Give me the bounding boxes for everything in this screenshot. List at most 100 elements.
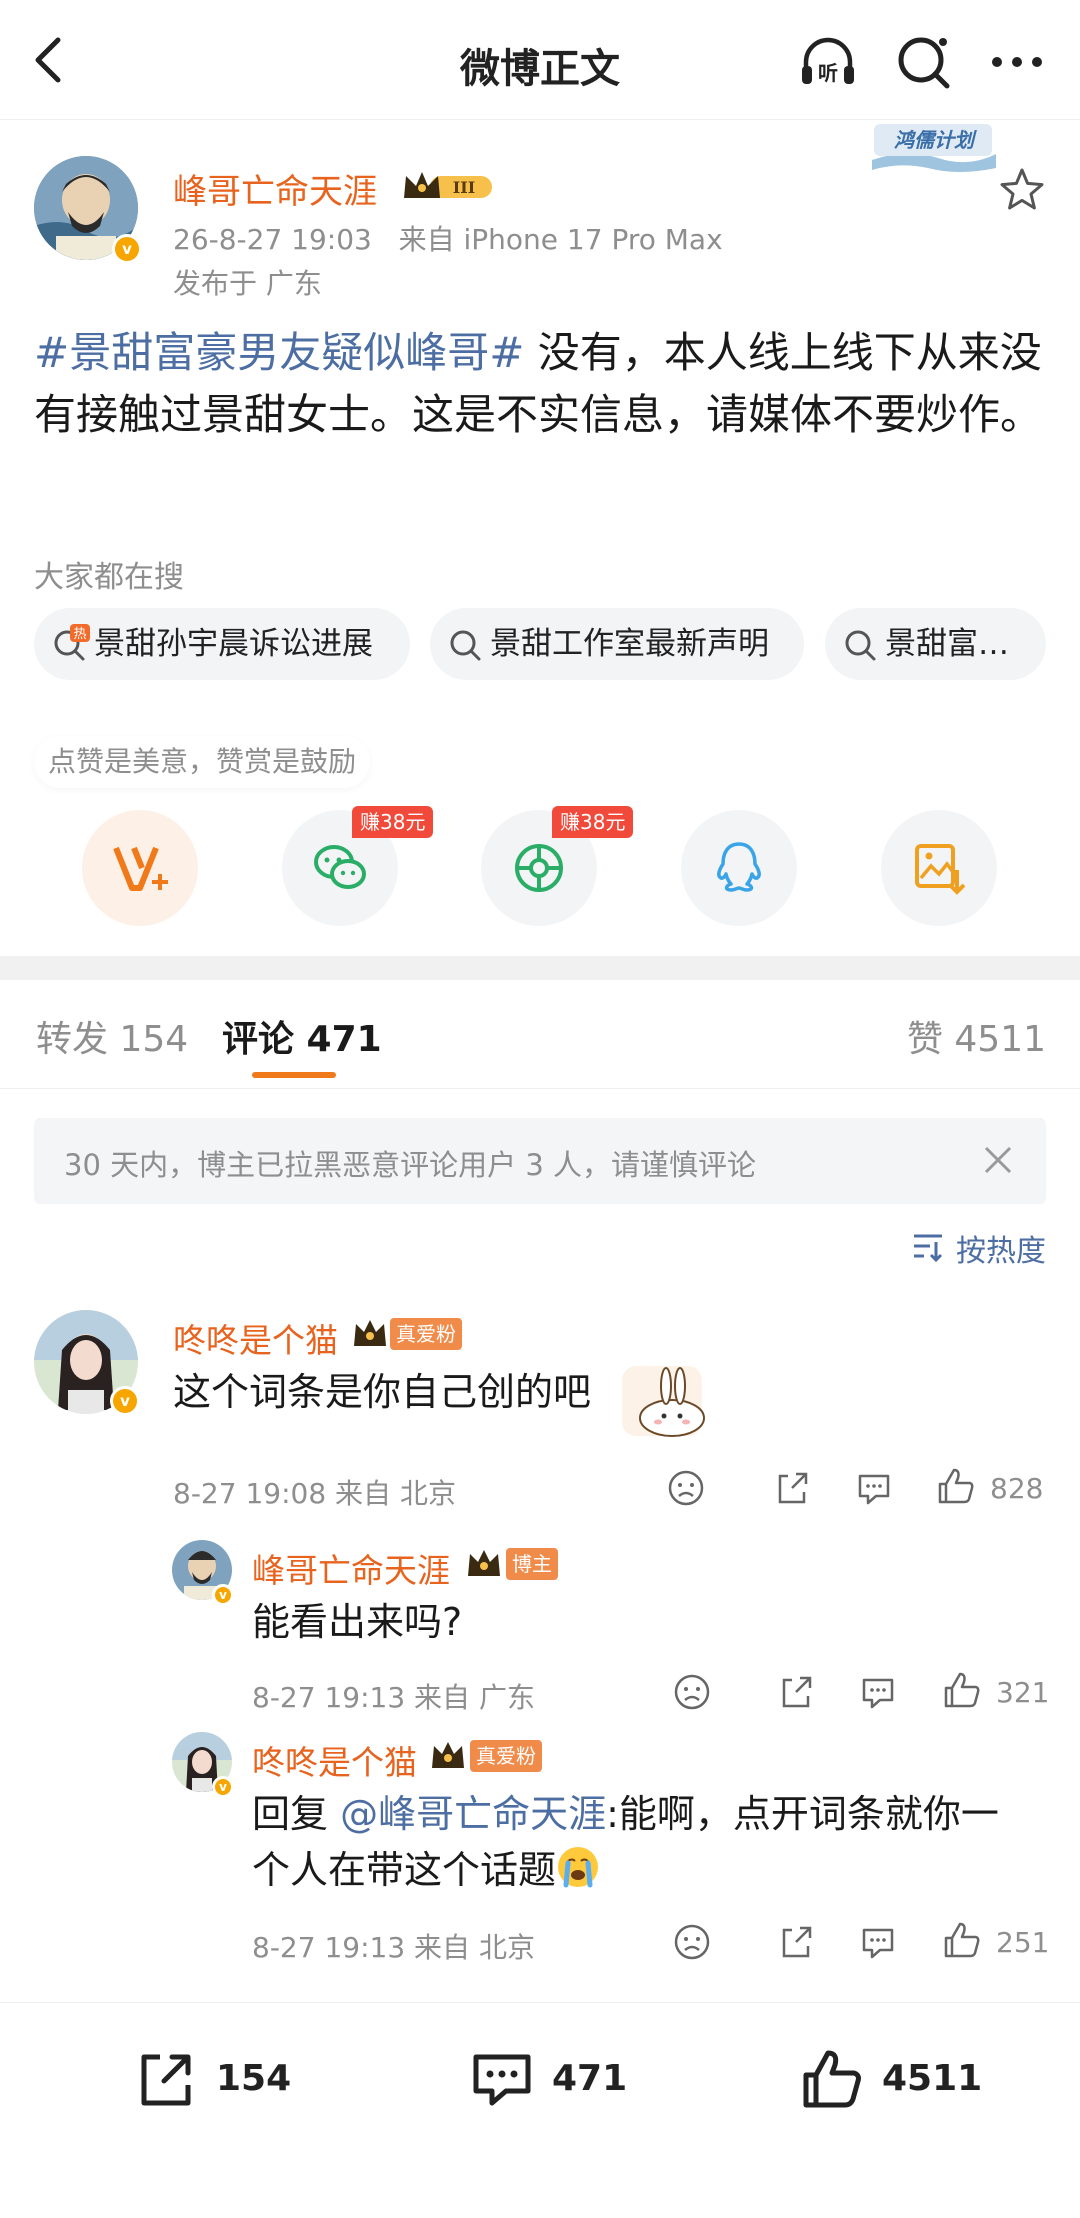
- like-icon[interactable]: [936, 1466, 976, 1506]
- thumbs-up-icon: [803, 2050, 861, 2108]
- tab-like[interactable]: 赞 4511: [907, 1010, 1046, 1062]
- dislike-face-icon[interactable]: [672, 1672, 712, 1712]
- chip-label: 景甜富…: [885, 626, 1009, 662]
- plan-badge-art: 鸿儒计划: [872, 124, 996, 172]
- share-icon[interactable]: [776, 1922, 816, 1962]
- earn-tag: 赚38元: [552, 806, 634, 838]
- save-image-icon: [915, 844, 966, 895]
- hot-search-label: 大家都在搜: [34, 560, 184, 595]
- post-time: 26-8-27 19:03: [173, 223, 372, 256]
- fan-badge: 真爱粉: [390, 1318, 462, 1350]
- search-icon: [898, 37, 950, 89]
- post-location: 发布于 广东: [173, 267, 322, 300]
- share-icon[interactable]: [776, 1672, 816, 1712]
- reward-button[interactable]: [82, 810, 198, 926]
- favorite-button[interactable]: [998, 166, 1046, 214]
- like-count-total: 4511: [882, 2058, 983, 2099]
- reply-icon[interactable]: [858, 1672, 898, 1712]
- sort-label: 按热度: [956, 1234, 1046, 1269]
- hot-search-chip[interactable]: 景甜富…: [825, 608, 1046, 680]
- verified-badge: v: [212, 1776, 234, 1798]
- section-divider: [0, 956, 1080, 980]
- fan-badge: 真爱粉: [470, 1740, 542, 1772]
- like-button[interactable]: 4511: [800, 2047, 982, 2111]
- crown-level-badge: III: [400, 168, 496, 204]
- comment-button[interactable]: 471: [470, 2047, 627, 2111]
- verified-badge: v: [212, 1584, 234, 1606]
- dislike-face-icon[interactable]: [666, 1468, 706, 1508]
- comment-meta: 8-27 19:13 来自 广东: [252, 1681, 535, 1714]
- close-icon: [984, 1146, 1012, 1174]
- wechat-icon: [314, 845, 366, 889]
- reward-hint: 点赞是美意，赞赏是鼓励: [34, 736, 371, 788]
- notice-banner: 30 天内，博主已拉黑恶意评论用户 3 人，请谨慎评论: [34, 1118, 1046, 1204]
- crown-level: III: [453, 178, 475, 197]
- repost-button[interactable]: 154: [134, 2047, 291, 2111]
- comment-meta: 8-27 19:08 来自 北京: [173, 1477, 456, 1510]
- comment-count: 471: [552, 2058, 628, 2099]
- dislike-face-icon[interactable]: [672, 1922, 712, 1962]
- bottom-action-bar: 154 471 4511: [0, 2002, 1080, 2218]
- reply-icon[interactable]: [854, 1468, 894, 1508]
- crown-icon: [468, 1550, 500, 1576]
- save-image-button[interactable]: [881, 810, 997, 926]
- plan-badge-label: 鸿儒计划: [894, 128, 977, 152]
- post-source: 来自 iPhone 17 Pro Max: [398, 223, 723, 256]
- post-meta: 26-8-27 19:03 来自 iPhone 17 Pro Max: [173, 218, 723, 258]
- crown-icon: [354, 1320, 386, 1346]
- hot-search-chip[interactable]: 景甜工作室最新声明: [430, 608, 804, 680]
- reward-v-icon: [113, 846, 168, 891]
- repost-count: 154: [216, 2058, 292, 2099]
- search-icon: [450, 630, 481, 661]
- moments-icon: [515, 844, 563, 892]
- commenter-name[interactable]: 峰哥亡命天涯: [252, 1544, 450, 1592]
- post-body: #景甜富豪男友疑似峰哥# 没有，本人线上线下从来没有接触过景甜女士。这是不实信息…: [34, 322, 1046, 446]
- commenter-name[interactable]: 咚咚是个猫: [173, 1314, 338, 1362]
- headphones-icon: 听: [802, 37, 854, 85]
- notice-close-button[interactable]: [980, 1142, 1016, 1178]
- hot-search-icon: 热: [54, 624, 90, 661]
- tab-comment[interactable]: 评论 471: [222, 1010, 382, 1062]
- sort-icon: [914, 1234, 943, 1263]
- listen-button[interactable]: 听: [796, 30, 860, 94]
- chip-label: 景甜孙宇晨诉讼进展: [94, 626, 373, 662]
- hot-badge: 热: [73, 627, 86, 642]
- listen-label: 听: [818, 61, 838, 85]
- star-icon: [1000, 168, 1044, 210]
- reply-prefix: 回复: [252, 1792, 341, 1836]
- hashtag-link[interactable]: #景甜富豪男友疑似峰哥#: [34, 328, 524, 377]
- chip-label: 景甜工作室最新声明: [490, 626, 769, 662]
- search-button[interactable]: [893, 30, 957, 94]
- verified-badge: v: [112, 234, 142, 264]
- share-icon[interactable]: [772, 1468, 812, 1508]
- qq-icon: [717, 842, 761, 892]
- sort-button[interactable]: 按热度: [910, 1226, 1046, 1270]
- like-count: 828: [990, 1472, 1044, 1505]
- active-tab-indicator: [252, 1072, 336, 1078]
- reply-icon[interactable]: [858, 1922, 898, 1962]
- notice-text: 30 天内，博主已拉黑恶意评论用户 3 人，请谨慎评论: [64, 1148, 757, 1182]
- share-qq-button[interactable]: [681, 810, 797, 926]
- plan-badge[interactable]: 鸿儒计划: [868, 118, 1000, 174]
- comment-text: 这个词条是你自己创的吧: [173, 1370, 592, 1414]
- comment-text: 能看出来吗?: [252, 1600, 463, 1644]
- author-name[interactable]: 峰哥亡命天涯: [173, 164, 377, 213]
- commenter-name[interactable]: 咚咚是个猫: [252, 1736, 417, 1784]
- repost-icon: [141, 2054, 191, 2106]
- earn-tag: 赚38元: [352, 806, 434, 838]
- like-count: 251: [996, 1926, 1050, 1959]
- comment-text: 回复 @峰哥亡命天涯:能啊，点开词条就你一个人在带这个话题: [252, 1786, 1032, 1898]
- crying-emoji-icon: [558, 1847, 599, 1888]
- like-icon[interactable]: [942, 1920, 982, 1960]
- mention-link[interactable]: @峰哥亡命天涯: [340, 1792, 606, 1836]
- search-icon: [845, 630, 876, 661]
- tab-repost[interactable]: 转发 154: [36, 1010, 188, 1062]
- verified-badge: v: [110, 1386, 140, 1416]
- hot-search-chip[interactable]: 热 景甜孙宇晨诉讼进展: [34, 608, 410, 680]
- more-button[interactable]: [985, 30, 1049, 94]
- crown-icon: III: [404, 172, 492, 198]
- like-icon[interactable]: [942, 1670, 982, 1710]
- more-icon: [992, 57, 1042, 67]
- bunny-sticker-icon: [622, 1366, 705, 1437]
- tabs-border: [0, 1088, 1080, 1089]
